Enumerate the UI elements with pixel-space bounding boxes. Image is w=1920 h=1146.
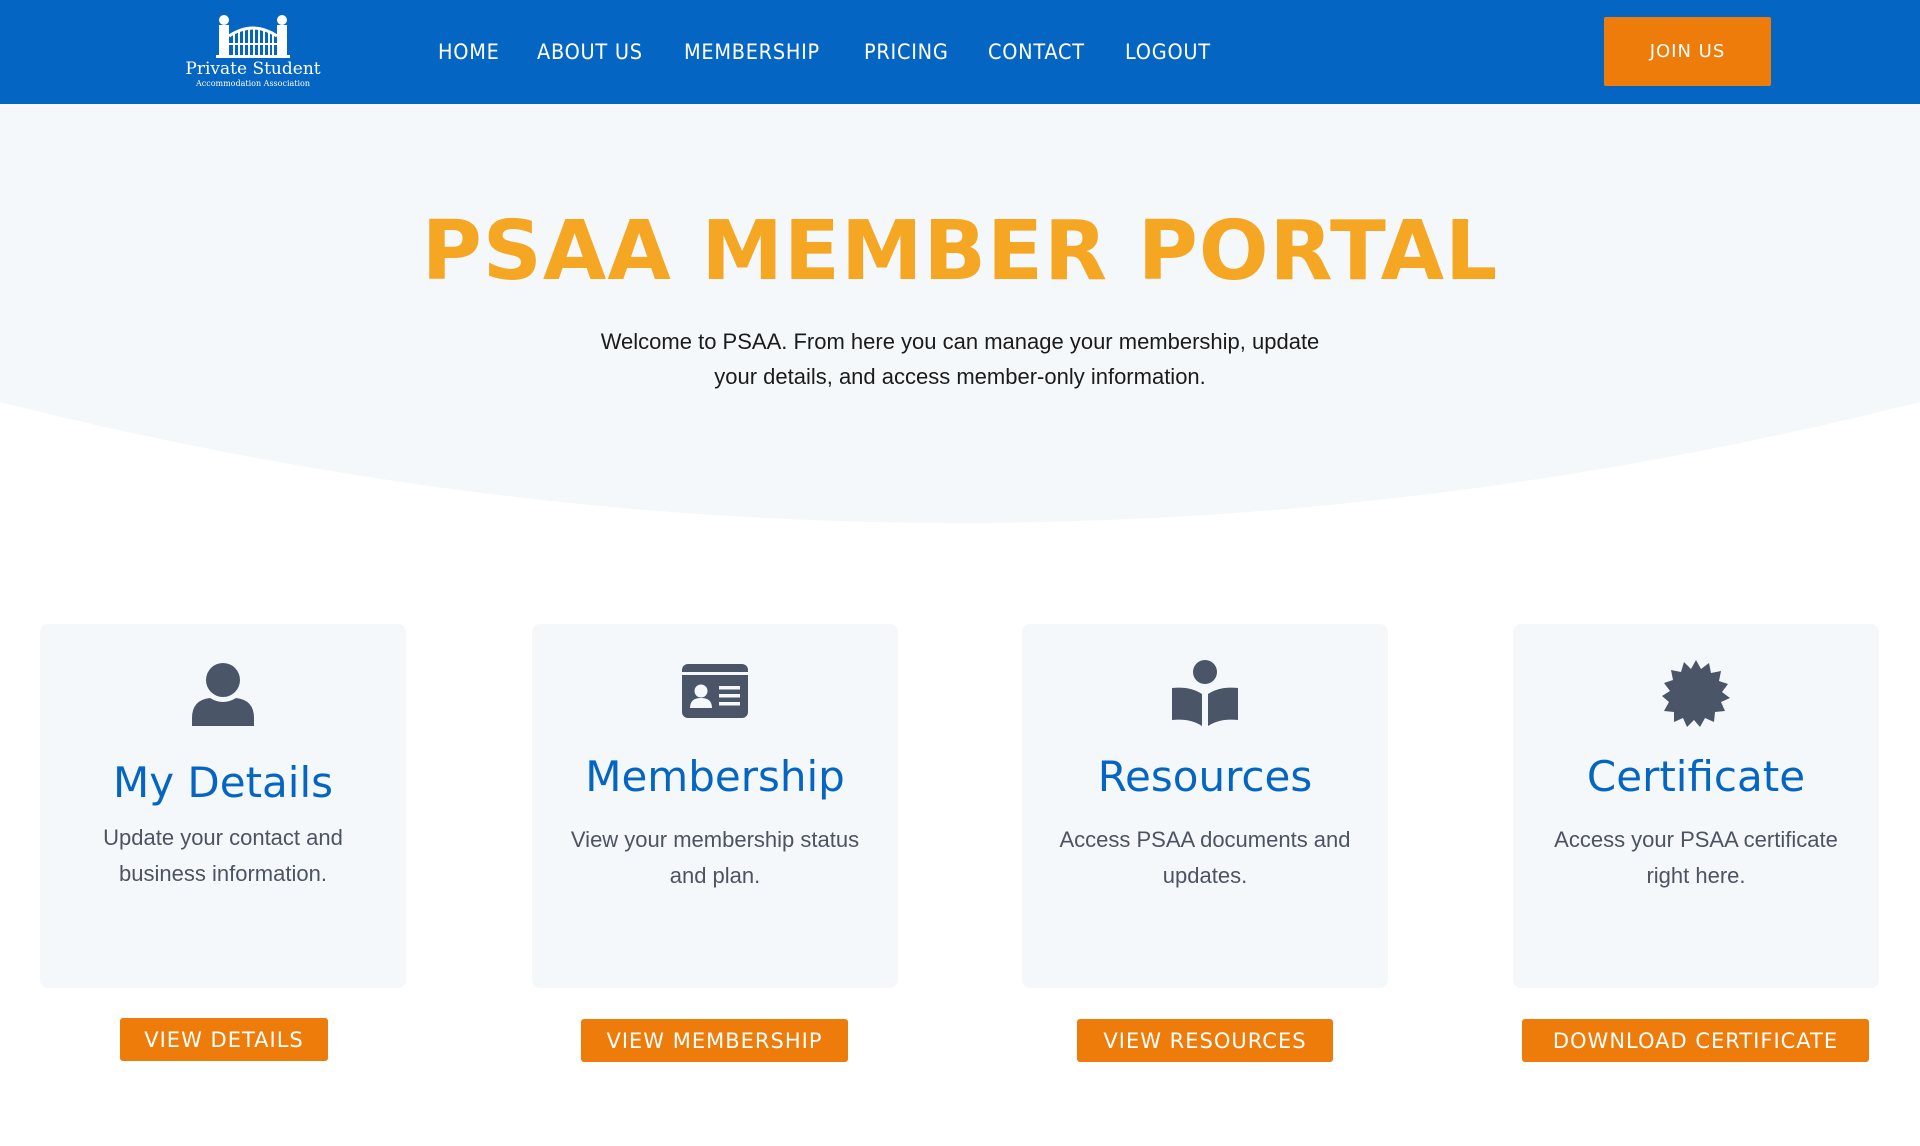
- logo-subtitle: Accommodation Association: [195, 79, 311, 88]
- card-title: Membership: [585, 752, 845, 801]
- card-my-details: My Details Update your contact and busin…: [40, 624, 406, 988]
- certificate-icon: [1662, 660, 1730, 727]
- join-us-button[interactable]: JOIN US: [1604, 17, 1771, 86]
- gate-logo-icon: [216, 15, 290, 58]
- nav-membership[interactable]: MEMBERSHIP: [684, 40, 820, 64]
- nav-pricing[interactable]: PRICING: [864, 40, 949, 64]
- card-description: Access your PSAA certificate right here.: [1554, 827, 1838, 888]
- nav-home[interactable]: HOME: [438, 40, 500, 64]
- logo-title: Private Student: [185, 59, 321, 79]
- card-description: Update your contact and business informa…: [103, 825, 343, 886]
- card-certificate: Certificate Access your PSAA certificate…: [1513, 624, 1879, 988]
- page-title: PSAA MEMBER PORTAL: [421, 204, 1499, 299]
- nav-logout[interactable]: LOGOUT: [1125, 40, 1211, 64]
- hero-section: PSAA MEMBER PORTAL Welcome to PSAA. From…: [0, 104, 1920, 534]
- card-membership: Membership View your membership status a…: [532, 624, 898, 988]
- download-certificate-button[interactable]: DOWNLOAD CERTIFICATE: [1522, 1019, 1869, 1062]
- welcome-text: Welcome to PSAA. From here you can manag…: [600, 329, 1320, 389]
- card-title: Resources: [1097, 752, 1313, 801]
- card-title: My Details: [112, 758, 334, 807]
- view-details-button[interactable]: VIEW DETAILS: [120, 1018, 328, 1061]
- nav-contact[interactable]: CONTACT: [988, 40, 1085, 64]
- hero-curve-background: [0, 104, 1920, 523]
- card-title: Certificate: [1586, 752, 1806, 801]
- nav-about-us[interactable]: ABOUT US: [537, 40, 643, 64]
- card-description: Access PSAA documents and updates.: [1059, 827, 1351, 888]
- book-reader-icon: [1172, 660, 1238, 726]
- user-icon: [192, 663, 254, 726]
- view-membership-button[interactable]: VIEW MEMBERSHIP: [581, 1019, 848, 1062]
- id-card-icon: [682, 664, 748, 718]
- site-header: Private Student Accommodation Associatio…: [0, 0, 1920, 104]
- view-resources-button[interactable]: VIEW RESOURCES: [1077, 1019, 1333, 1062]
- card-resources: Resources Access PSAA documents and upda…: [1022, 624, 1388, 988]
- card-description: View your membership status and plan.: [570, 827, 860, 888]
- main-nav: HOME ABOUT US MEMBERSHIP PRICING CONTACT…: [438, 0, 1218, 104]
- psaa-logo[interactable]: Private Student Accommodation Associatio…: [183, 14, 323, 90]
